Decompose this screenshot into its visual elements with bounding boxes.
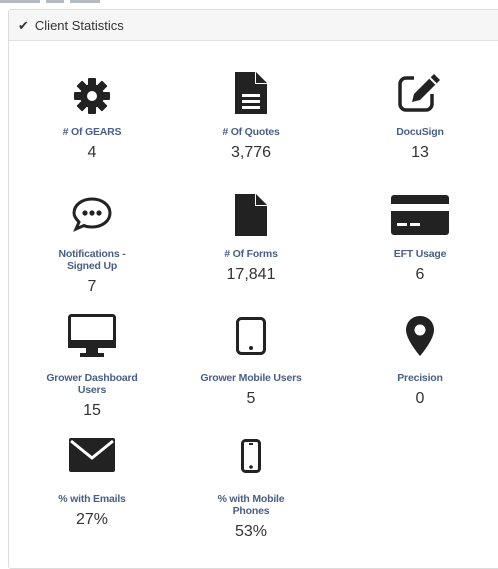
- stat-label: Grower Dashboard Users: [46, 372, 138, 396]
- stat-label: EFT Usage: [393, 248, 447, 260]
- stat-value: 13: [411, 144, 429, 161]
- chat-bubble-icon: [7, 196, 177, 232]
- stat-label: # Of Quotes: [222, 126, 280, 138]
- stat-label: # Of GEARS: [62, 126, 122, 138]
- top-cropped-strip: [0, 0, 498, 8]
- document-lines-icon: [166, 72, 336, 114]
- stat-label: # Of Forms: [224, 248, 278, 260]
- mobile-phone-icon: [166, 439, 336, 473]
- client-statistics-panel: ✔ Client Statistics # Of GEARS 4 # Of Qu…: [8, 9, 498, 569]
- envelope-icon: [7, 438, 177, 472]
- stat-label: Precision: [397, 372, 443, 384]
- stat-label: DocuSign: [396, 126, 444, 138]
- gear-icon: [7, 78, 177, 114]
- credit-card-icon: [335, 195, 498, 235]
- stat-label: Grower Mobile Users: [200, 372, 302, 384]
- stat-label: % with Emails: [58, 493, 126, 505]
- stat-value: 6: [415, 266, 425, 283]
- stat-value: 27%: [75, 511, 109, 528]
- stat-value: 15: [83, 402, 101, 419]
- stat-value: 4: [87, 144, 97, 161]
- tablet-icon: [166, 317, 336, 355]
- stat-label: Notifications - Signed Up: [58, 248, 126, 272]
- edit-square-icon: [335, 72, 498, 112]
- stat-value: 5: [246, 390, 256, 407]
- stat-label: % with Mobile Phones: [217, 493, 285, 517]
- stat-value: 53%: [234, 523, 268, 540]
- panel-header[interactable]: ✔ Client Statistics: [9, 10, 498, 41]
- check-icon: ✔: [18, 17, 29, 33]
- map-marker-icon: [335, 316, 498, 356]
- desktop-monitor-icon: [7, 314, 177, 358]
- stat-value: 0: [415, 390, 425, 407]
- document-icon: [166, 194, 336, 236]
- stat-value: 7: [87, 278, 97, 295]
- stat-value: 17,841: [226, 266, 276, 283]
- stat-value: 3,776: [230, 144, 272, 161]
- panel-title: Client Statistics: [34, 17, 124, 33]
